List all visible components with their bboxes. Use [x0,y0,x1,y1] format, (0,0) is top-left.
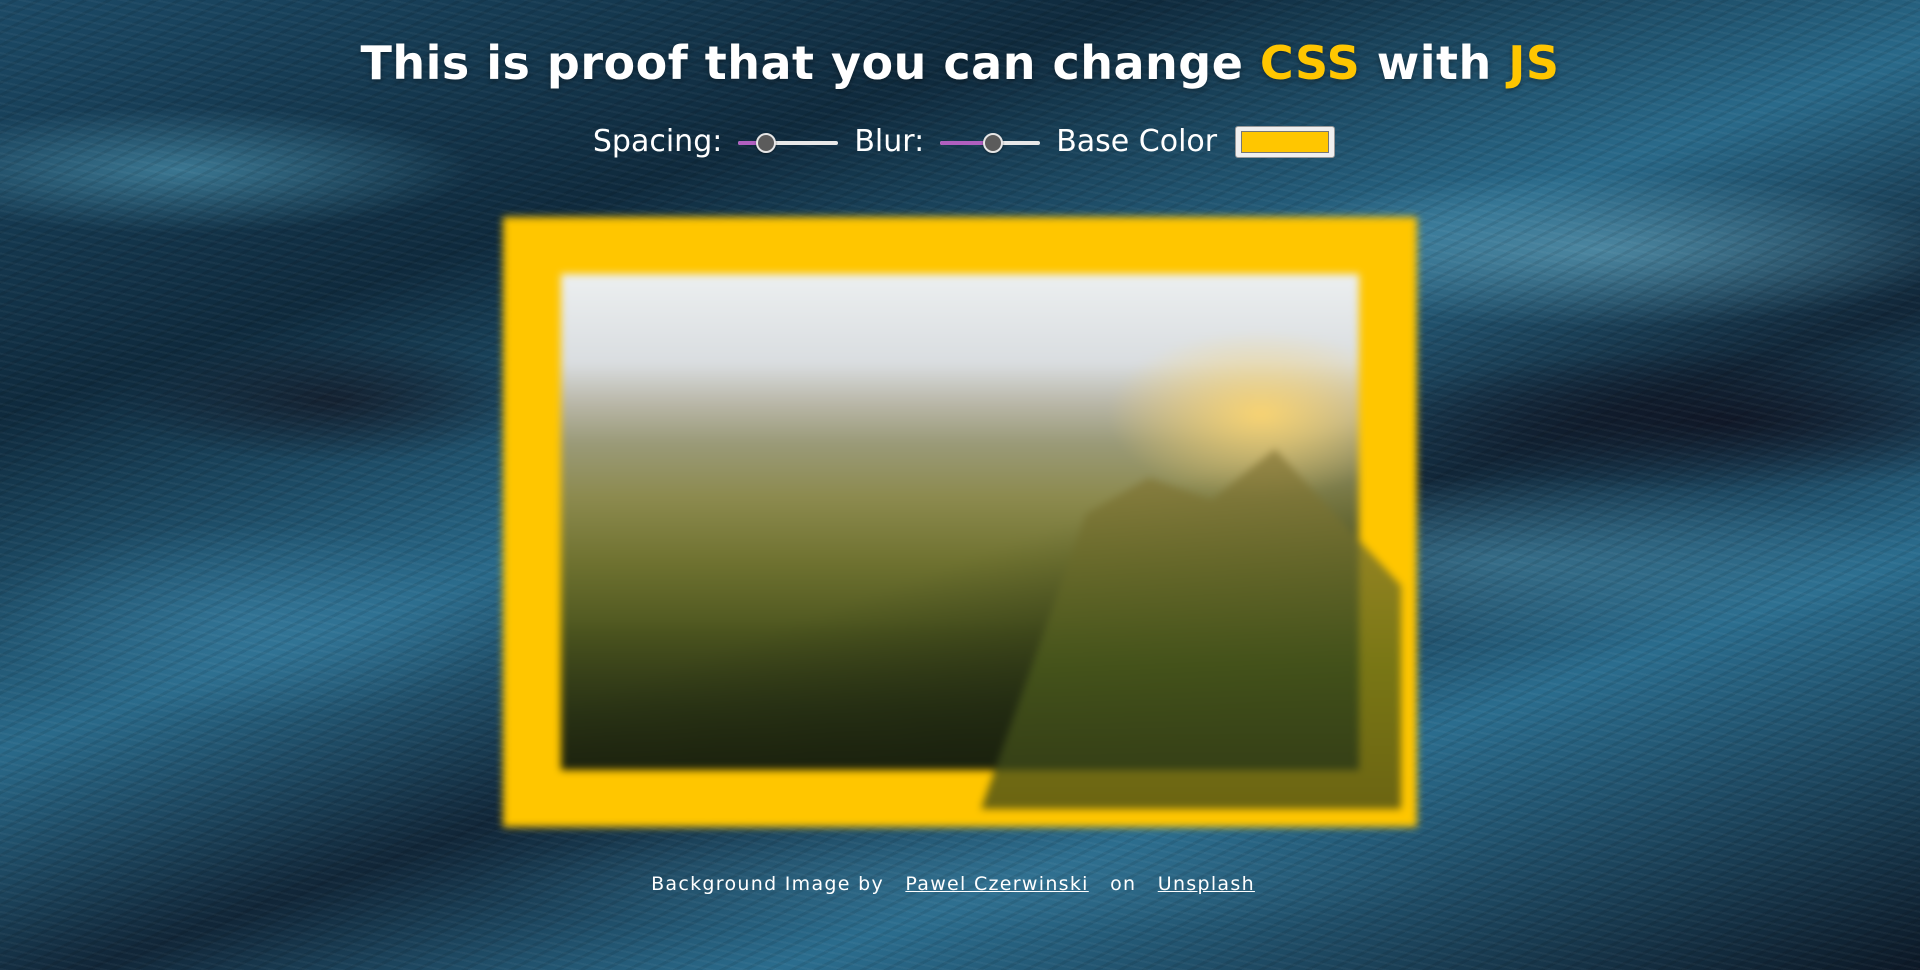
image-frame [503,217,1417,827]
title-text-prefix: This is proof that you can change [360,36,1260,90]
base-color-label: Base Color [1056,124,1218,159]
base-color-swatch [1241,130,1330,153]
spacing-slider-thumb[interactable] [756,132,777,153]
controls-bar: Spacing: Blur: Base Color [0,124,1920,159]
photo-credit: Background Image by Pawel Czerwinski on … [0,873,1920,895]
credit-middle: on [1110,873,1137,895]
unsplash-link[interactable]: Unsplash [1158,873,1255,895]
photo-ridge-shape [981,449,1401,809]
spacing-slider[interactable] [738,127,839,157]
title-text-middle: with [1360,36,1509,90]
title-highlight-js: JS [1508,36,1560,90]
base-color-picker[interactable] [1235,125,1336,158]
spacing-label: Spacing: [592,124,723,159]
page-title: This is proof that you can change CSS wi… [0,36,1920,90]
author-link[interactable]: Pawel Czerwinski [905,873,1088,895]
blur-label: Blur: [854,124,925,159]
blur-slider-thumb[interactable] [982,132,1003,153]
mountain-ridge-photo [561,274,1401,809]
credit-prefix: Background Image by [651,873,885,895]
blur-slider[interactable] [940,127,1041,157]
page: This is proof that you can change CSS wi… [0,0,1920,970]
title-highlight-css: CSS [1259,36,1361,90]
